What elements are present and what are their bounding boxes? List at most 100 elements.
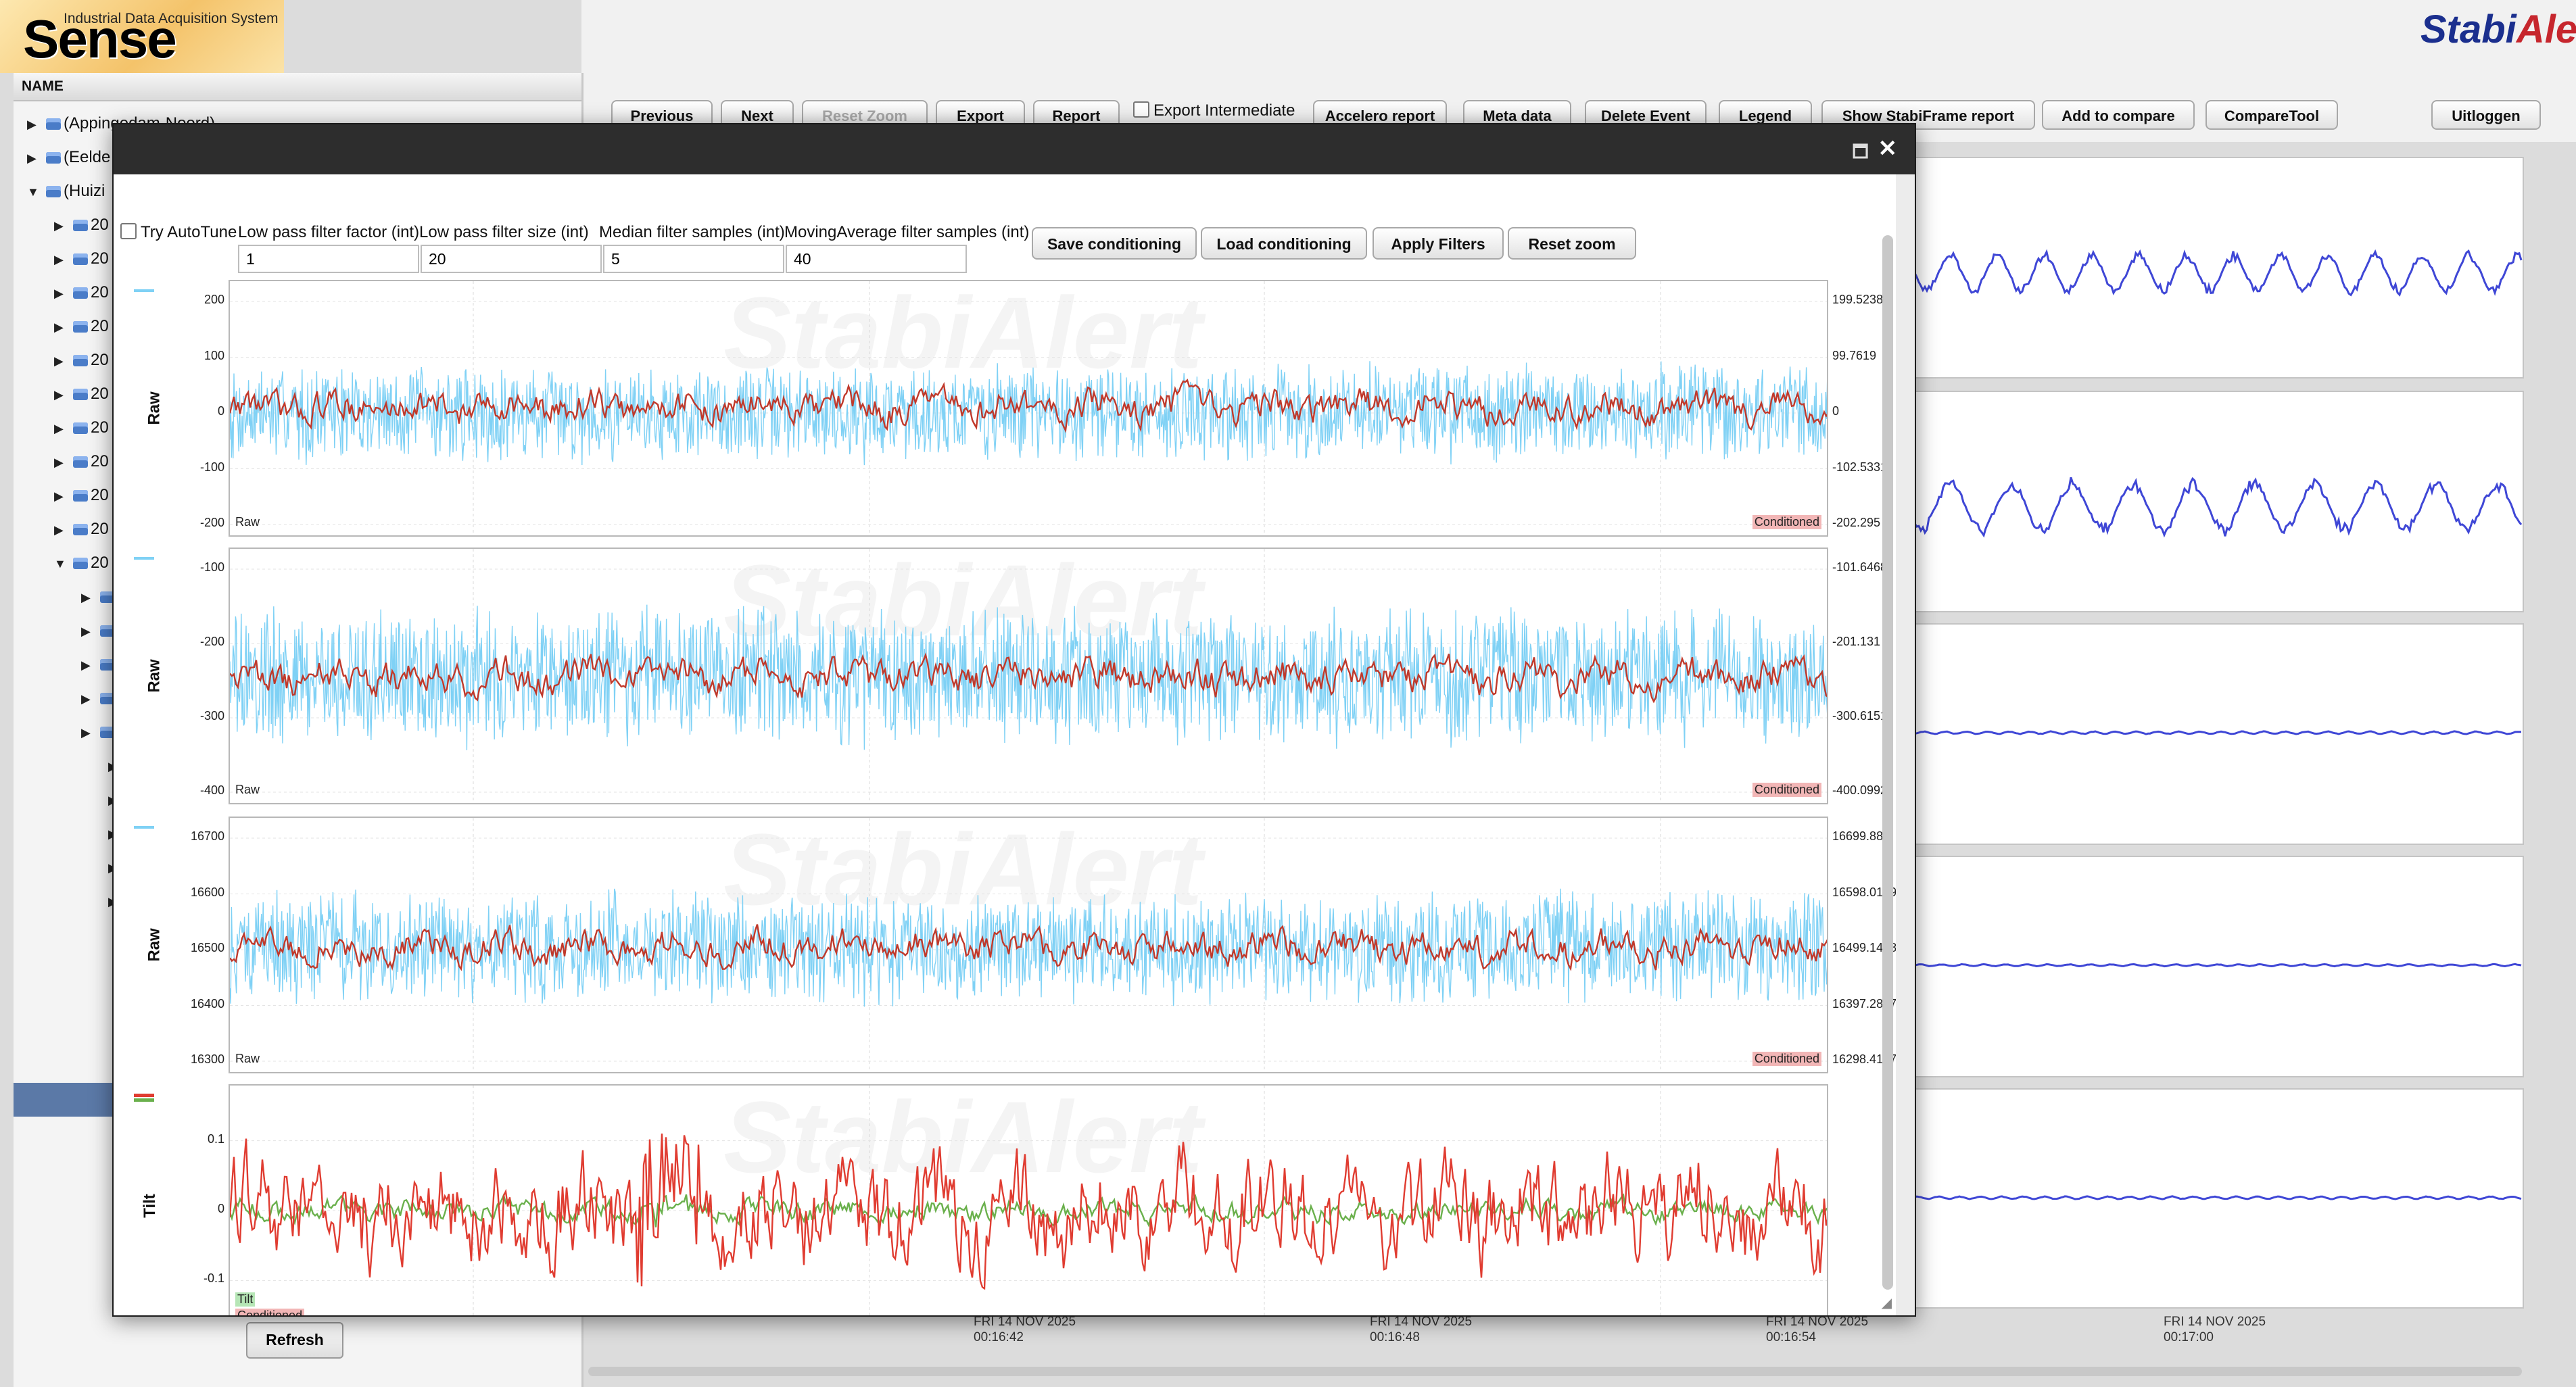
series-legend-swatch	[134, 1094, 154, 1102]
expand-arrow-icon[interactable]: ▶	[81, 582, 96, 613]
expand-arrow-icon[interactable]: ▶	[54, 278, 69, 309]
autotune-checkbox[interactable]	[120, 223, 137, 239]
background-chart-3-plot	[1914, 730, 2521, 735]
save-conditioning-button[interactable]: Save conditioning	[1032, 227, 1197, 260]
time-axis-day: FRI 14 NOV 2025	[2164, 1315, 2266, 1329]
tree-item[interactable]: ▶ 20	[54, 379, 109, 410]
add-to-compare-button[interactable]: Add to compare	[2042, 100, 2195, 130]
y-tick-label-right: -300.6151	[1832, 709, 1888, 723]
expand-arrow-icon[interactable]: ▶	[81, 650, 96, 681]
expand-arrow-icon[interactable]: ▶	[54, 514, 69, 545]
autotune-toggle[interactable]: Try AutoTune	[120, 223, 237, 242]
dialog-body: Try AutoTune Low pass filter factor (int…	[114, 174, 1896, 1315]
chart-y-label: Tilt	[140, 1194, 159, 1218]
dialog-titlebar[interactable]: 🗖 ✕	[114, 124, 1915, 174]
expand-arrow-icon[interactable]: ▶	[81, 717, 96, 748]
expand-arrow-icon[interactable]: ▼	[27, 176, 42, 208]
compare-tool-button[interactable]: CompareTool	[2205, 100, 2338, 130]
y-tick-label: -0.1	[203, 1271, 224, 1286]
background-chart-2	[1913, 391, 2524, 612]
expand-arrow-icon[interactable]: ▶	[27, 143, 42, 174]
expand-arrow-icon[interactable]: ▶	[54, 244, 69, 275]
expand-arrow-icon[interactable]: ▶	[54, 312, 69, 343]
y-tick-label: -100	[199, 560, 224, 574]
raw-series-label: Raw	[235, 783, 260, 796]
folder-icon	[73, 490, 88, 502]
maximize-icon[interactable]: 🗖	[1852, 139, 1869, 169]
export-intermediate-toggle[interactable]: Export Intermediate	[1133, 101, 1295, 120]
tree-item-label: 20	[91, 249, 109, 268]
median-samples-input[interactable]	[603, 245, 784, 273]
expand-arrow-icon[interactable]: ▼	[54, 548, 69, 579]
y-tick-label-right: -202.295	[1832, 516, 1881, 529]
y-tick-label: -400	[199, 783, 224, 797]
tree-item[interactable]: ▶ 20	[54, 210, 109, 241]
tree-item[interactable]: ▶ (Eelde	[27, 142, 110, 173]
resize-grip-icon[interactable]: ◢	[1882, 1294, 1892, 1311]
series-legend-swatch	[134, 826, 154, 829]
y-tick-label-right: 99.7619	[1832, 348, 1877, 362]
chart-plot	[230, 549, 1827, 803]
background-chart-5	[1913, 1088, 2524, 1309]
expand-arrow-icon[interactable]: ▶	[54, 345, 69, 376]
background-chart-2-plot	[1913, 477, 2523, 538]
expand-arrow-icon[interactable]: ▶	[81, 616, 96, 647]
time-axis-label: FRI 14 NOV 2025 00:16:54	[1766, 1314, 1868, 1345]
lowpass-factor-input[interactable]	[238, 245, 419, 273]
expand-arrow-icon[interactable]: ▶	[54, 210, 69, 241]
brand-logo-part2: Alert	[2516, 7, 2576, 51]
export-intermediate-checkbox[interactable]	[1133, 101, 1149, 118]
tree-item[interactable]: ▶ 20	[54, 446, 109, 477]
time-axis-time: 00:17:00	[2164, 1330, 2214, 1344]
expand-arrow-icon[interactable]: ▶	[54, 413, 69, 444]
refresh-button[interactable]: Refresh	[246, 1322, 343, 1359]
moving-average-input[interactable]	[786, 245, 967, 273]
tree-item[interactable]: ▶ 20	[54, 243, 109, 274]
chart-panel[interactable]: StabiAlertTiltConditioned	[229, 1084, 1828, 1315]
reset-zoom-dialog-button[interactable]: Reset zoom	[1508, 227, 1636, 260]
expand-arrow-icon[interactable]: ▶	[81, 683, 96, 714]
time-axis-label: FRI 14 NOV 2025 00:17:00	[2164, 1314, 2266, 1345]
y-tick-label: 16300	[190, 1052, 224, 1066]
background-chart-1	[1913, 157, 2524, 379]
chart-plot	[230, 281, 1827, 535]
expand-arrow-icon[interactable]: ▶	[54, 379, 69, 410]
load-conditioning-button[interactable]: Load conditioning	[1201, 227, 1367, 260]
main-horizontal-scrollbar[interactable]	[588, 1367, 2522, 1376]
folder-icon	[73, 355, 88, 367]
tree-item[interactable]: ▶ 20	[54, 480, 109, 511]
autotune-label: Try AutoTune	[141, 223, 237, 241]
y-tick-label: 0.1	[207, 1132, 224, 1146]
chart-panel[interactable]: StabiAlertRawConditioned	[229, 548, 1828, 804]
brand-logo: StabiAlert	[2420, 7, 2576, 52]
chart-panel[interactable]: StabiAlertRawConditioned	[229, 817, 1828, 1073]
tree-item[interactable]: ▶ 20	[54, 345, 109, 376]
tree-item[interactable]: ▶ 20	[54, 311, 109, 342]
lowpass-size-input[interactable]	[421, 245, 602, 273]
logout-button[interactable]: Uitloggen	[2431, 100, 2541, 130]
folder-icon	[73, 253, 88, 266]
folder-icon	[73, 287, 88, 299]
raw-series-label: Raw	[235, 1052, 260, 1065]
tree-item[interactable]: ▶ 20	[54, 514, 109, 545]
apply-filters-button[interactable]: Apply Filters	[1373, 227, 1504, 260]
tree-item[interactable]: ▼ (Huizi	[27, 176, 105, 207]
y-tick-label-right: -102.5331	[1832, 460, 1888, 474]
raw-series-line	[230, 604, 1827, 750]
expand-arrow-icon[interactable]: ▶	[54, 481, 69, 512]
tree-item-label: 20	[91, 554, 109, 572]
time-axis-time: 00:16:54	[1766, 1330, 1816, 1344]
chart-panel[interactable]: StabiAlertRawConditioned	[229, 280, 1828, 537]
tree-item-label: 20	[91, 317, 109, 335]
tree-item[interactable]: ▶ 20	[54, 277, 109, 308]
expand-arrow-icon[interactable]: ▶	[54, 447, 69, 478]
tree-item-label: 20	[91, 418, 109, 437]
dialog-vertical-scrollbar[interactable]	[1882, 235, 1893, 1290]
y-tick-label: -200	[199, 635, 224, 648]
tree-item[interactable]: ▶ 20	[54, 412, 109, 443]
expand-arrow-icon[interactable]: ▶	[27, 109, 42, 140]
tree-item[interactable]: ▼ 20	[54, 548, 109, 579]
tree-item-label: 20	[91, 486, 109, 504]
chart-y-label: Raw	[145, 391, 164, 425]
close-icon[interactable]: ✕	[1878, 135, 1898, 162]
